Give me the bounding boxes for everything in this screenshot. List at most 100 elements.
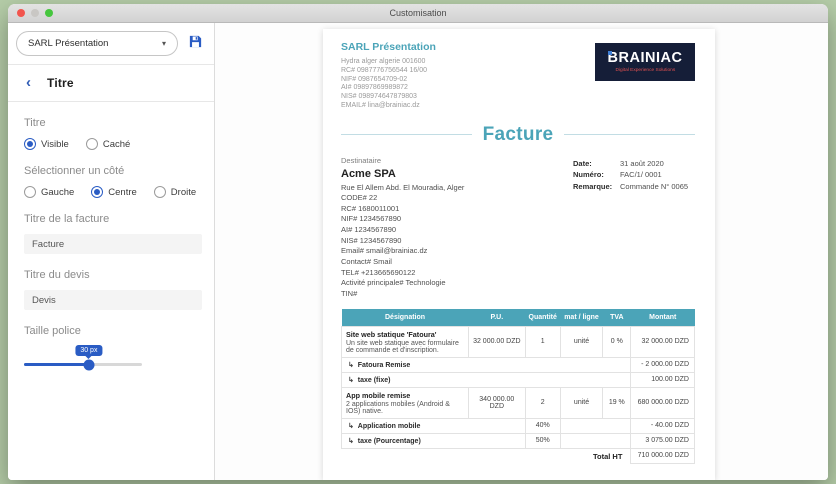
company-line: NIS# 098974647879803 bbox=[341, 93, 417, 100]
radio-centre[interactable]: Centre bbox=[91, 186, 137, 198]
side-select-group: Gauche Centre Droite bbox=[24, 186, 198, 198]
radio-gauche-label: Gauche bbox=[41, 186, 75, 198]
slider-fill bbox=[24, 363, 89, 366]
recipient-line: NIS# 1234567890 bbox=[341, 235, 402, 245]
slider-thumb[interactable] bbox=[83, 359, 95, 370]
date-label: Date: bbox=[573, 158, 592, 168]
item-tva: 0 % bbox=[602, 325, 632, 358]
total-value: 710 000.00 DZD bbox=[630, 447, 695, 465]
recipient-line: CODE# 22 bbox=[341, 193, 378, 203]
item-tva: 19 % bbox=[602, 386, 632, 419]
recipient-line: Rue El Allem Abd. El Mouradia, Alger bbox=[341, 182, 465, 192]
sub-item-amount: 3 075.00 DZD bbox=[630, 432, 695, 449]
total-label: Total HT bbox=[592, 451, 623, 461]
floppy-disk-icon bbox=[188, 34, 203, 54]
empty-cell bbox=[559, 432, 632, 449]
item-pu: 32 000.00 DZD bbox=[468, 325, 526, 358]
remark-label: Remarque: bbox=[573, 181, 613, 191]
invoice-title-input[interactable] bbox=[24, 234, 202, 254]
table-row: taxe (Pourcentage) 50% 3 075.00 DZD bbox=[341, 432, 695, 449]
doc-title-row: Facture bbox=[341, 124, 696, 146]
col-tva: TVA bbox=[602, 308, 631, 327]
table-row: Fatoura Remise - 2 000.00 DZD bbox=[340, 356, 695, 373]
brainiac-logo: BRAINIAC Digital Experience Solutions bbox=[595, 43, 695, 81]
item-unit: unité bbox=[559, 386, 604, 419]
recipient-line: AI# 1234567890 bbox=[341, 225, 397, 235]
col-montant: Montant bbox=[630, 308, 695, 327]
item-title: Site web statique 'Fatoura' bbox=[346, 329, 437, 339]
settings-sidebar: SARL Présentation ▾ ‹ Titre Titre Visibl… bbox=[8, 23, 215, 480]
table-row: Application mobile 40% - 40.00 DZD bbox=[341, 417, 695, 434]
chevron-down-icon: ▾ bbox=[161, 39, 166, 48]
invoice-paper: SARL Présentation Hydra alger algerie 00… bbox=[323, 29, 715, 480]
recipient-line: NIF# 1234567890 bbox=[341, 214, 402, 224]
title-rule-left bbox=[341, 134, 472, 135]
company-line: AI# 09897869989872 bbox=[341, 84, 408, 92]
company-name: SARL Présentation bbox=[341, 41, 436, 53]
quote-title-label: Titre du devis bbox=[24, 269, 90, 281]
close-icon[interactable] bbox=[17, 9, 25, 17]
font-size-label: Taille police bbox=[24, 325, 81, 337]
sub-item-label: taxe (fixe) bbox=[340, 371, 632, 388]
window-title: Customisation bbox=[389, 8, 447, 18]
item-pu: 340 000.00 DZD bbox=[468, 386, 526, 419]
recipient-block: Destinataire Acme SPA Rue El Allem Abd. … bbox=[341, 156, 464, 300]
company-block: SARL Présentation Hydra alger algerie 00… bbox=[341, 41, 436, 111]
radio-icon bbox=[91, 186, 104, 198]
recipient-line: RC# 1680011001 bbox=[341, 203, 400, 213]
item-qty: 2 bbox=[524, 386, 561, 419]
table-row: Site web statique 'Fatoura' Un site web … bbox=[340, 325, 695, 358]
company-line: Hydra alger algerie 001600 bbox=[341, 58, 426, 65]
logo-tagline: Digital Experience Solutions bbox=[615, 67, 675, 73]
recipient-line: TIN# bbox=[341, 288, 358, 298]
col-quantite: Quantité bbox=[525, 308, 561, 327]
radio-icon bbox=[85, 138, 98, 150]
minimize-icon[interactable] bbox=[31, 9, 39, 17]
sub-item-label: Application mobile bbox=[341, 417, 526, 434]
title-rule-right bbox=[564, 134, 696, 135]
radio-gauche[interactable]: Gauche bbox=[24, 186, 74, 198]
radio-visible[interactable]: Visible bbox=[24, 138, 69, 150]
remark-value: Commande N° 0065 bbox=[620, 181, 689, 191]
radio-cache[interactable]: Caché bbox=[85, 138, 130, 150]
font-size-slider: 30 px bbox=[24, 345, 142, 370]
customisation-window: Customisation SARL Présentation ▾ ‹ Titr… bbox=[8, 4, 828, 480]
slider-track[interactable] bbox=[24, 359, 142, 370]
radio-droite[interactable]: Droite bbox=[153, 186, 196, 198]
save-button[interactable] bbox=[187, 35, 204, 52]
recipient-line: Email# smail@brainiac.dz bbox=[341, 246, 428, 256]
empty-cell bbox=[559, 417, 632, 434]
item-desc: 2 applications mobiles (Android & IOS) n… bbox=[346, 400, 450, 415]
invoice-preview-area: SARL Présentation Hydra alger algerie 00… bbox=[215, 23, 828, 480]
quote-title-input[interactable] bbox=[24, 290, 202, 310]
company-line: EMAIL# lina@brainiac.dz bbox=[341, 101, 420, 109]
invoice-title-label: Titre de la facture bbox=[24, 213, 110, 225]
zoom-icon[interactable] bbox=[45, 9, 53, 17]
company-line: RC# 0987776756544 16/00 bbox=[341, 66, 428, 74]
sub-item-amount: - 40.00 DZD bbox=[630, 417, 695, 434]
col-designation: Désignation bbox=[341, 308, 469, 327]
sub-item-qty: 40% bbox=[524, 417, 561, 434]
panel-title: Titre bbox=[47, 76, 74, 90]
invoice-table: Désignation P.U. Quantité mat / ligne TV… bbox=[340, 308, 695, 465]
logo-word: BRAINIAC bbox=[607, 50, 683, 67]
item-unit: unité bbox=[559, 325, 604, 358]
titlebar[interactable]: Customisation bbox=[8, 4, 828, 23]
chevron-left-icon[interactable]: ‹ bbox=[26, 75, 31, 90]
company-line: NIF# 0987654709-02 bbox=[341, 75, 408, 83]
template-dropdown-value: SARL Présentation bbox=[28, 38, 109, 49]
col-mat-ligne: mat / ligne bbox=[560, 308, 603, 327]
radio-icon bbox=[24, 186, 36, 198]
table-row: taxe (fixe) 100.00 DZD bbox=[340, 371, 695, 388]
title-section-label: Titre bbox=[24, 117, 46, 129]
item-amount: 680 000.00 DZD bbox=[630, 386, 695, 419]
item-qty: 1 bbox=[524, 325, 561, 358]
table-total-row: Total HT 710 000.00 DZD bbox=[342, 447, 695, 465]
recipient-heading: Destinataire bbox=[341, 155, 382, 165]
recipient-line: Activité principale# Technologie bbox=[341, 278, 446, 288]
template-dropdown[interactable]: SARL Présentation ▾ bbox=[16, 31, 178, 56]
sub-item-label: taxe (Pourcentage) bbox=[341, 432, 526, 449]
sub-item-amount: 100.00 DZD bbox=[630, 371, 695, 388]
recipient-line: TEL# +213665690122 bbox=[341, 267, 416, 277]
sub-item-qty: 50% bbox=[524, 432, 561, 449]
